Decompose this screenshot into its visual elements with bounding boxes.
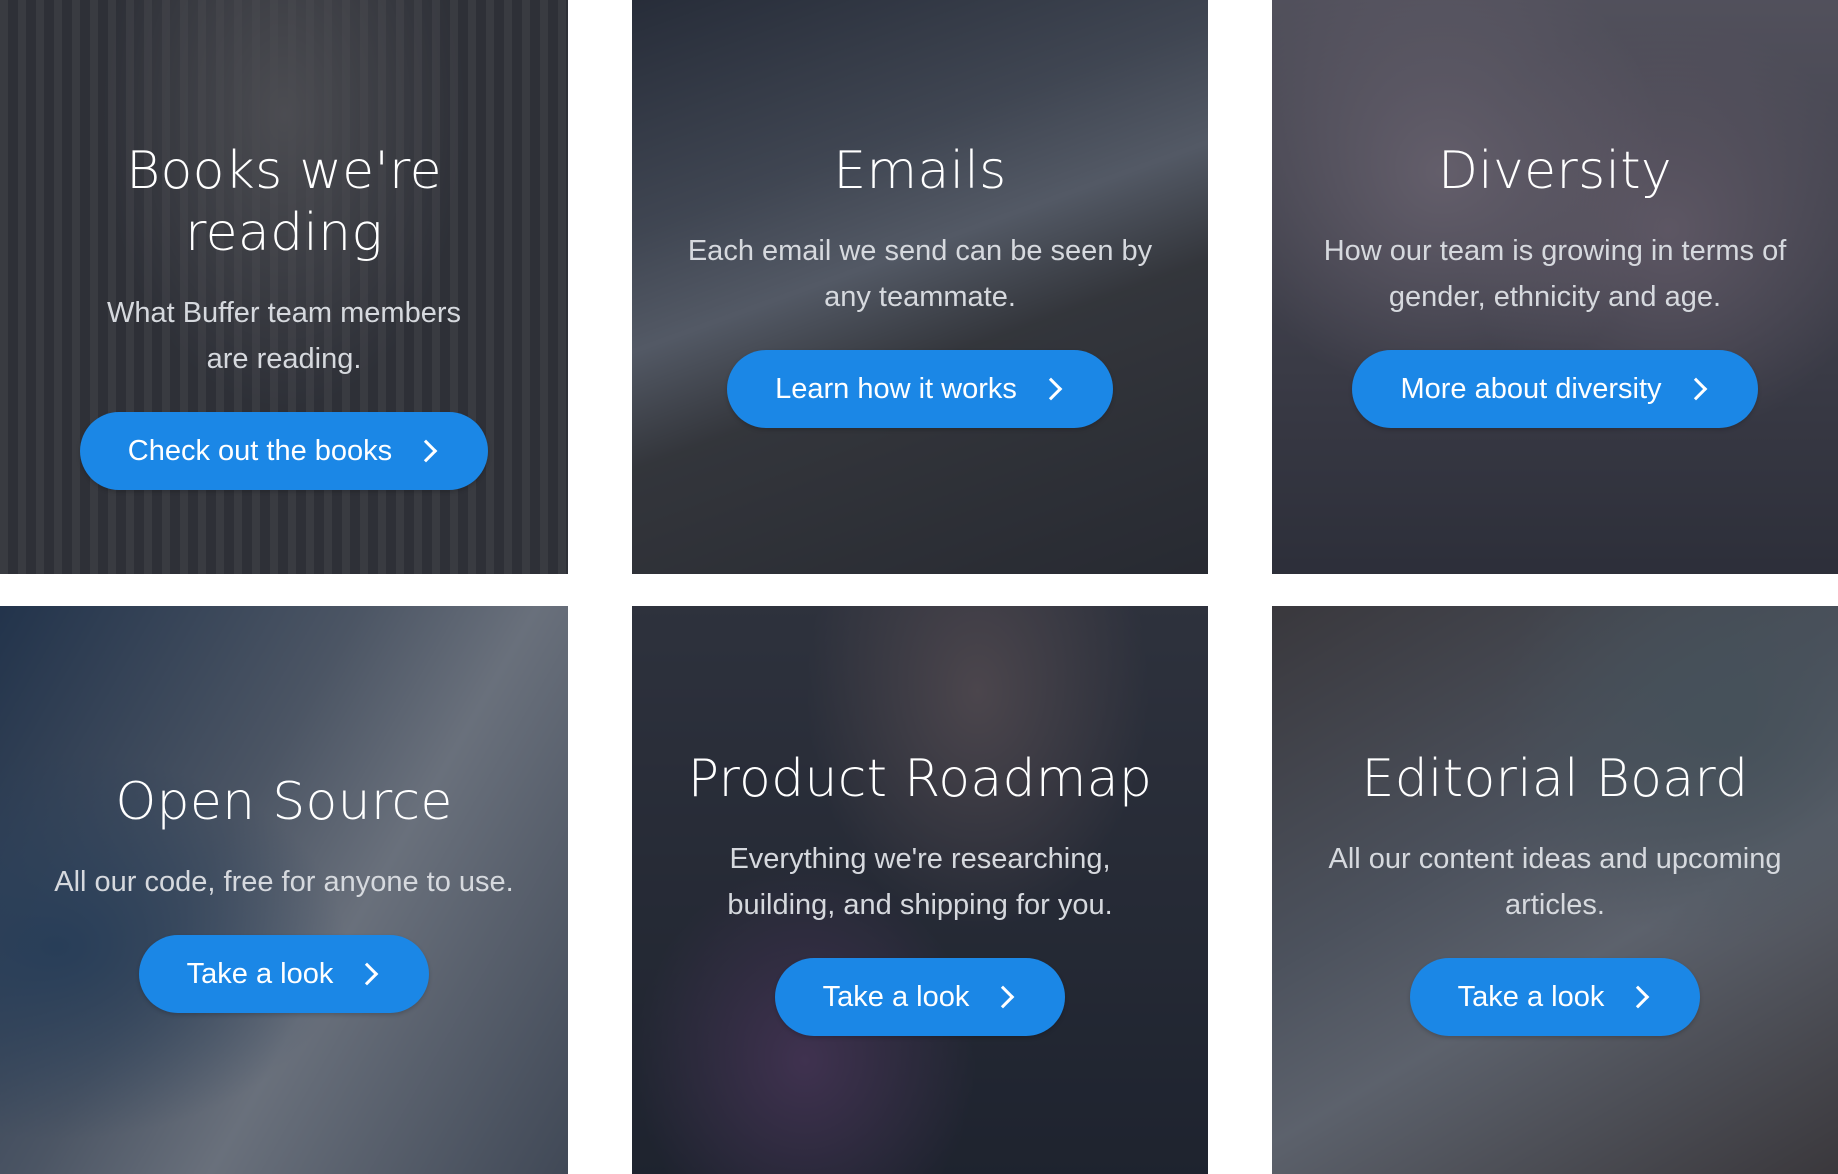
take-a-look-button[interactable]: Take a look bbox=[1409, 958, 1701, 1036]
more-about-diversity-button[interactable]: More about diversity bbox=[1352, 350, 1758, 428]
card-description: All our code, free for anyone to use. bbox=[54, 866, 514, 898]
card-content: Product Roadmap Everything we're researc… bbox=[632, 748, 1208, 1036]
card-description: How our team is growing in terms of gend… bbox=[1323, 235, 1787, 313]
button-label: Learn how it works bbox=[775, 372, 1017, 405]
card-open-source: Open Source All our code, free for anyon… bbox=[0, 606, 568, 1174]
card-description: Everything we're researching, building, … bbox=[727, 843, 1113, 921]
chevron-right-icon bbox=[356, 962, 379, 986]
card-editorial-board: Editorial Board All our content ideas an… bbox=[1272, 606, 1838, 1174]
transparency-card-grid: Books we're reading What Buffer team mem… bbox=[0, 0, 1838, 1174]
chevron-right-icon bbox=[1039, 377, 1063, 401]
button-label: Check out the books bbox=[127, 434, 393, 467]
card-content: Diversity How our team is growing in ter… bbox=[1272, 140, 1838, 428]
card-title: Product Roadmap bbox=[687, 749, 1153, 809]
card-content: Open Source All our code, free for anyon… bbox=[0, 771, 568, 1013]
button-label: More about diversity bbox=[1400, 372, 1662, 405]
chevron-right-icon bbox=[1684, 377, 1707, 401]
card-description: What Buffer team members are reading. bbox=[106, 297, 462, 375]
card-title: Emails bbox=[833, 141, 1007, 201]
card-content: Emails Each email we send can be seen by… bbox=[632, 140, 1208, 428]
chevron-right-icon bbox=[1627, 985, 1650, 1009]
take-a-look-button[interactable]: Take a look bbox=[138, 935, 430, 1013]
card-title: Editorial Board bbox=[1361, 749, 1749, 809]
button-label: Take a look bbox=[822, 980, 970, 1013]
card-title: Diversity bbox=[1437, 141, 1673, 201]
card-emails: Emails Each email we send can be seen by… bbox=[632, 0, 1208, 574]
card-description: Each email we send can be seen by any te… bbox=[687, 235, 1153, 313]
take-a-look-button[interactable]: Take a look bbox=[774, 958, 1066, 1036]
learn-how-it-works-button[interactable]: Learn how it works bbox=[727, 350, 1113, 428]
card-content: Editorial Board All our content ideas an… bbox=[1272, 748, 1838, 1036]
button-label: Take a look bbox=[1457, 980, 1605, 1013]
check-out-books-button[interactable]: Check out the books bbox=[79, 412, 489, 490]
button-label: Take a look bbox=[186, 957, 334, 990]
card-title: Books we're reading bbox=[126, 141, 442, 263]
chevron-right-icon bbox=[414, 439, 438, 463]
card-diversity: Diversity How our team is growing in ter… bbox=[1272, 0, 1838, 574]
card-product-roadmap: Product Roadmap Everything we're researc… bbox=[632, 606, 1208, 1174]
card-title: Open Source bbox=[115, 772, 453, 832]
card-books: Books we're reading What Buffer team mem… bbox=[0, 0, 568, 574]
chevron-right-icon bbox=[992, 985, 1015, 1009]
card-content: Books we're reading What Buffer team mem… bbox=[0, 140, 568, 490]
card-description: All our content ideas and upcoming artic… bbox=[1328, 843, 1782, 921]
